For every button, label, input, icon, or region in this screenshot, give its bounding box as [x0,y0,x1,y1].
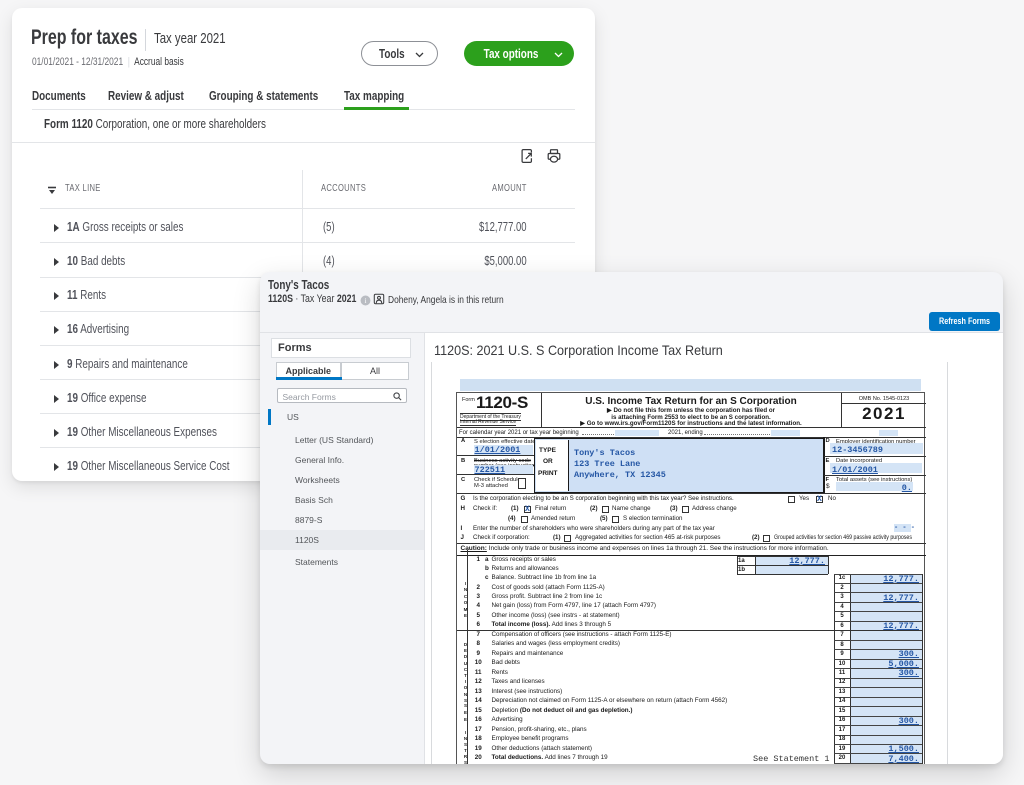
svg-text:i: i [364,296,366,305]
